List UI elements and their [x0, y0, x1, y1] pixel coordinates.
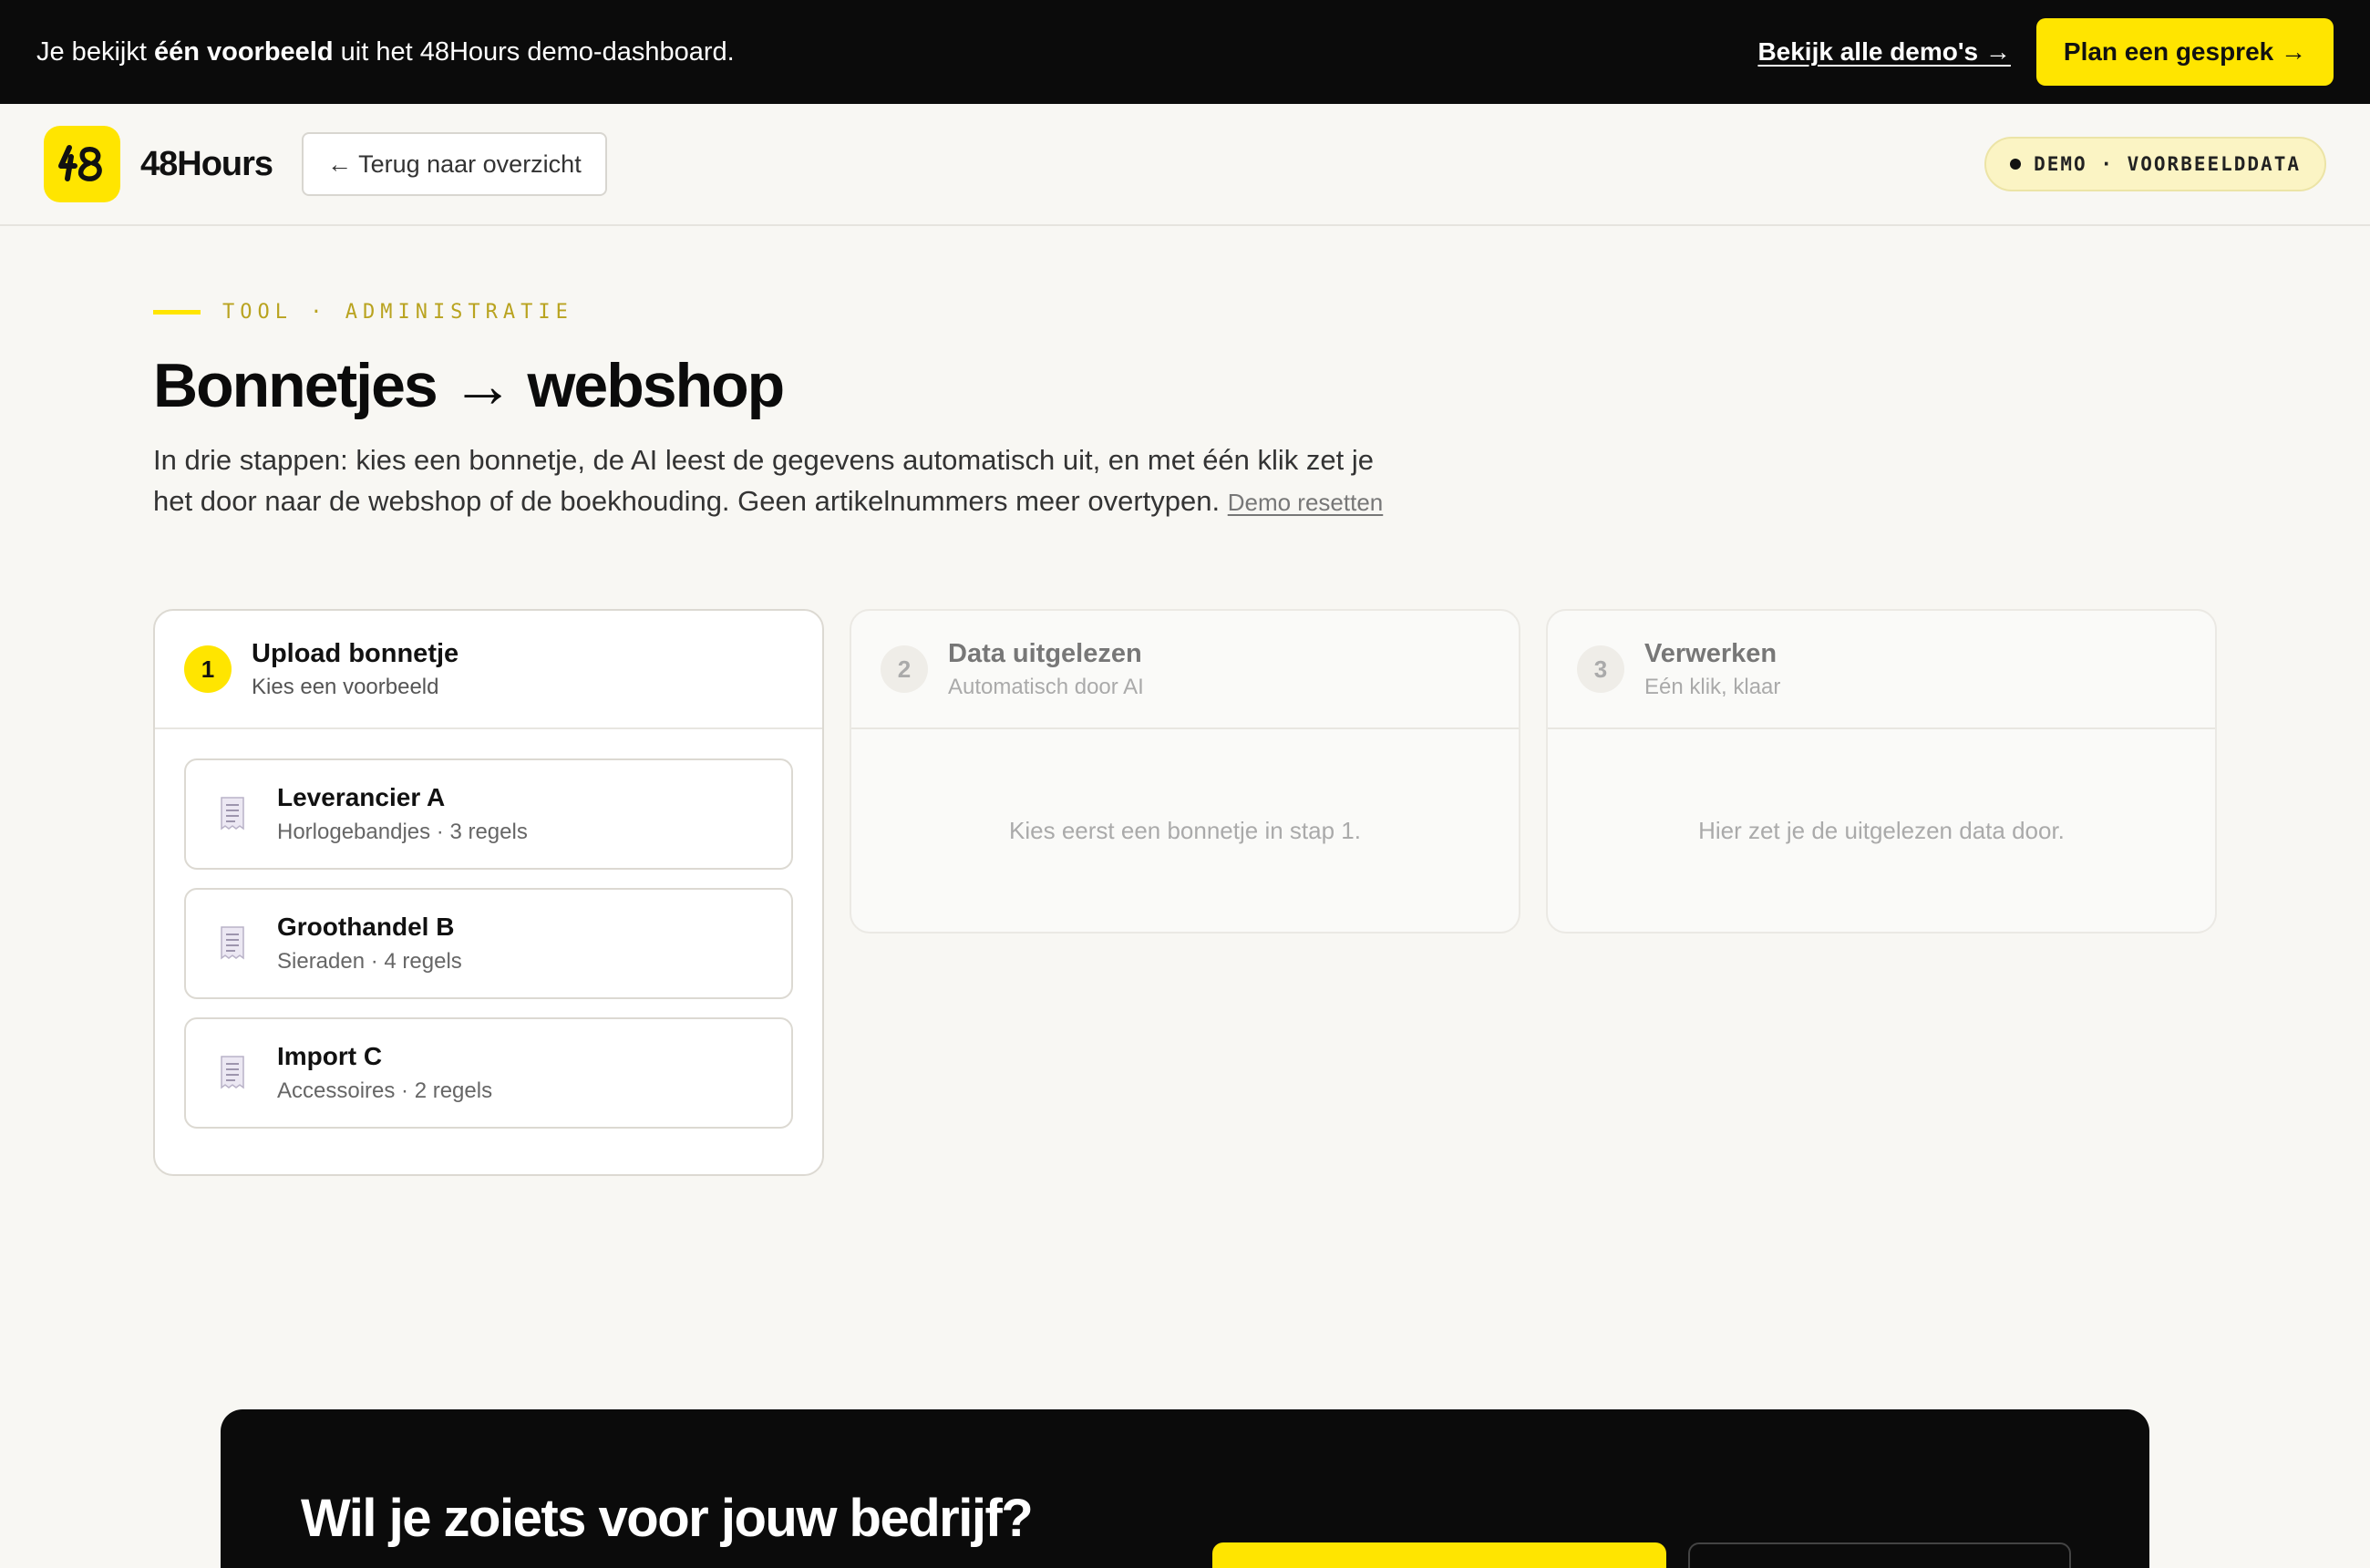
- plan-call-button[interactable]: Plan een gesprek →: [2035, 18, 2334, 86]
- step-subtitle: Automatisch door AI: [948, 674, 1144, 699]
- cta-section: Wil je zoiets voor jouw bedrijf?: [221, 1409, 2149, 1568]
- step-title: Verwerken: [1644, 638, 1778, 668]
- step-number: 1: [184, 645, 232, 693]
- receipt-icon: [221, 1056, 244, 1089]
- step-header: 1 Upload bonnetje Kies een voorbeeld: [155, 611, 822, 729]
- cta-primary-button[interactable]: [1212, 1542, 1666, 1568]
- logo-text: 48Hours: [140, 144, 273, 183]
- step-title: Data uitgelezen: [948, 638, 1142, 668]
- receipt-icon: [221, 926, 244, 960]
- receipt-info: Groothandel B Sieraden · 4 regels: [277, 913, 462, 975]
- reset-demo-link[interactable]: Demo resetten: [1228, 489, 1384, 516]
- step-header: 2 Data uitgelezen Automatisch door AI: [851, 611, 1519, 729]
- receipt-option[interactable]: Groothandel B Sieraden · 4 regels: [184, 888, 793, 999]
- all-demos-link[interactable]: Bekijk alle demo's →: [1757, 37, 2010, 67]
- receipt-icon: [221, 797, 244, 830]
- header-left: 48Hours ← Terug naar overzicht: [44, 126, 607, 202]
- receipt-name: Leverancier A: [277, 783, 446, 811]
- demo-banner: Je bekijkt één voorbeeld uit het 48Hours…: [0, 0, 2370, 104]
- receipt-list: Leverancier A Horlogebandjes · 3 regels …: [155, 729, 822, 1174]
- receipt-option[interactable]: Import C Accessoires · 2 regels: [184, 1017, 793, 1129]
- demo-badge: DEMO · VOORBEELDDATA: [1984, 137, 2326, 191]
- receipt-meta: Horlogebandjes · 3 regels: [277, 820, 528, 844]
- step-number: 3: [1577, 645, 1624, 693]
- step-header: 3 Verwerken Eén klik, klaar: [1548, 611, 2215, 729]
- eyebrow-label: TOOL · ADMINISTRATIE: [222, 301, 573, 324]
- 48-logo-icon[interactable]: [44, 126, 120, 202]
- step-title: Upload bonnetje: [252, 638, 459, 668]
- step-card-process: 3 Verwerken Eén klik, klaar Hier zet je …: [1546, 609, 2217, 934]
- empty-state: Kies eerst een bonnetje in stap 1.: [1009, 816, 1361, 844]
- receipt-info: Import C Accessoires · 2 regels: [277, 1042, 492, 1104]
- cta-title: Wil je zoiets voor jouw bedrijf?: [301, 1489, 1034, 1548]
- demo-badge-label: DEMO · VOORBEELDDATA: [2034, 153, 2301, 175]
- step-number: 2: [881, 645, 928, 693]
- logo-glyph: [58, 145, 102, 181]
- receipt-name: Import C: [277, 1042, 383, 1070]
- step-heading: Verwerken Eén klik, klaar: [1644, 639, 1780, 700]
- banner-suffix: uit het 48Hours demo-dashboard.: [333, 36, 735, 67]
- receipt-meta: Accessoires · 2 regels: [277, 1078, 493, 1103]
- receipt-info: Leverancier A Horlogebandjes · 3 regels: [277, 783, 528, 845]
- step-card-upload: 1 Upload bonnetje Kies een voorbeeld Lev…: [153, 609, 824, 1176]
- step-subtitle: Eén klik, klaar: [1644, 674, 1781, 699]
- eyebrow-line: [153, 310, 201, 315]
- banner-actions: Bekijk alle demo's → Plan een gesprek →: [1757, 18, 2334, 86]
- eyebrow: TOOL · ADMINISTRATIE: [153, 301, 573, 324]
- receipt-meta: Sieraden · 4 regels: [277, 949, 462, 974]
- banner-text: Je bekijkt één voorbeeld uit het 48Hours…: [36, 37, 735, 67]
- app-header: 48Hours ← Terug naar overzicht DEMO · VO…: [0, 104, 2370, 226]
- intro-text: In drie stappen: kies een bonnetje, de A…: [153, 439, 1411, 523]
- dot-icon: [2010, 159, 2022, 170]
- empty-state: Hier zet je de uitgelezen data door.: [1698, 816, 2065, 844]
- step-subtitle: Kies een voorbeeld: [252, 674, 439, 699]
- step-heading: Data uitgelezen Automatisch door AI: [948, 639, 1144, 700]
- receipt-name: Groothandel B: [277, 913, 455, 941]
- page-title: Bonnetjes → webshop: [153, 351, 785, 420]
- back-to-overview-button[interactable]: ← Terug naar overzicht: [302, 132, 607, 196]
- banner-bold: één voorbeeld: [153, 36, 334, 67]
- receipt-option[interactable]: Leverancier A Horlogebandjes · 3 regels: [184, 758, 793, 870]
- intro-body: In drie stappen: kies een bonnetje, de A…: [153, 444, 1375, 517]
- banner-prefix: Je bekijkt: [36, 36, 154, 67]
- step-card-extracted: 2 Data uitgelezen Automatisch door AI Ki…: [850, 609, 1520, 934]
- cta-secondary-button[interactable]: [1688, 1542, 2071, 1568]
- step-heading: Upload bonnetje Kies een voorbeeld: [252, 639, 459, 700]
